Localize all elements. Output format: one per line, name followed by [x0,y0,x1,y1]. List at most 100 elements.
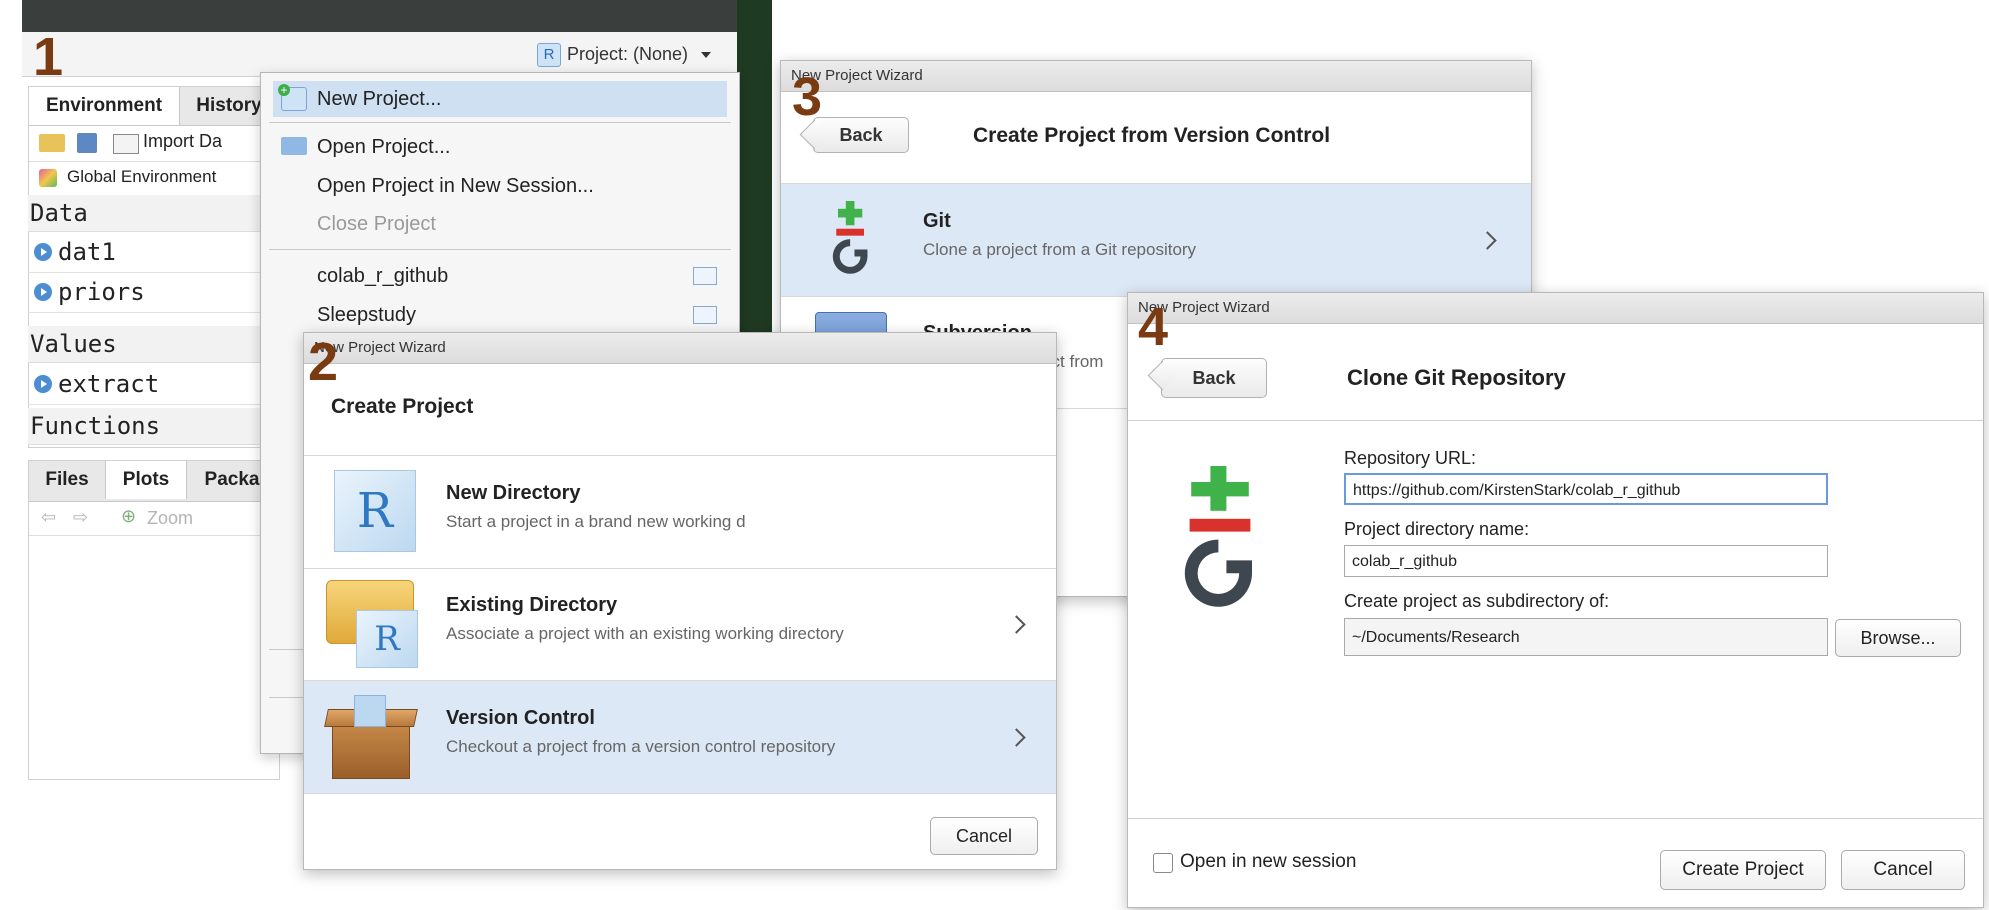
step-number-3: 3 [792,67,823,127]
expand-icon[interactable] [34,283,52,301]
menu-item-label: New Project... [317,88,442,110]
tab-environment[interactable]: Environment [29,87,180,125]
dialog-clone-git: New Project Wizard Back Clone Git Reposi… [1127,292,1984,908]
forward-arrow-icon[interactable]: ⇨ [73,507,88,528]
zoom-icon[interactable]: ⊕ [121,506,136,527]
option-version-control[interactable]: Version Control Checkout a project from … [304,681,1056,794]
menu-separator [269,249,731,250]
var-name: extract [58,370,160,398]
chevron-right-icon [1007,728,1026,747]
chevron-right-icon [1007,615,1026,634]
option-title: New Directory [446,482,581,504]
import-dataset-label[interactable]: Import Da [143,131,222,152]
tab-files[interactable]: Files [29,461,105,499]
browse-button[interactable]: Browse... [1835,619,1961,657]
save-workspace-icon[interactable] [77,133,97,153]
recent-project-icon[interactable] [693,267,717,285]
chevron-down-icon [701,52,712,59]
dialog-create-project: New Project Wizard Create Project R New … [303,332,1057,870]
subdirectory-input[interactable]: ~/Documents/Research [1344,618,1828,656]
back-button[interactable]: Back [813,117,909,153]
option-git[interactable]: Git Clone a project from a Git repositor… [781,183,1531,297]
dir-name-input[interactable]: colab_r_github [1344,545,1828,577]
menu-separator [269,122,731,123]
var-name: dat1 [58,238,116,266]
new-project-icon: + [278,84,307,111]
option-new-directory[interactable]: R New Directory Start a project in a bra… [304,455,1056,569]
footer-separator [1128,818,1983,819]
git-icon [832,201,868,274]
step-number-1: 1 [33,27,64,87]
menu-item-label: colab_r_github [317,265,449,287]
option-subtitle: Associate a project with an existing wor… [446,624,844,643]
load-workspace-icon[interactable] [39,134,65,152]
import-dataset-icon[interactable] [113,134,139,154]
step-number-2: 2 [308,332,339,392]
expand-icon[interactable] [34,243,52,261]
tab-plots[interactable]: Plots [105,461,187,499]
recent-project-icon[interactable] [693,306,717,324]
menu-new-project[interactable]: + New Project... [273,81,727,117]
zoom-label[interactable]: Zoom [147,508,193,529]
dialog-titlebar: New Project Wizard [304,333,1056,364]
env-row-dat1[interactable]: dat1 1 [28,232,287,273]
plots-toolbar: ⇦ ⇨ ⊕ Zoom [29,501,279,536]
dir-name-label: Project directory name: [1344,519,1530,539]
chevron-right-icon [1478,231,1497,250]
header-separator [1128,420,1983,421]
dialog-titlebar: New Project Wizard [1128,293,1983,324]
back-button[interactable]: Back [1161,358,1267,398]
version-control-box-icon [324,695,418,779]
env-row-extract[interactable]: extract f [28,364,287,405]
menu-item-label: Sleepstudy [317,304,416,326]
menu-item-label: Close Project [317,213,436,235]
repo-url-label: Repository URL: [1344,448,1477,468]
menu-item-label: Open Project in New Session... [317,175,594,197]
menu-item-label: Open Project... [317,136,451,158]
step-number-4: 4 [1138,297,1169,357]
env-row-priors[interactable]: priors 2 [28,272,287,313]
existing-directory-r-cube: R [356,610,418,668]
open-new-session-label[interactable]: Open in new session [1180,851,1356,873]
new-directory-icon: R [334,470,416,552]
option-title: Version Control [446,707,595,729]
global-env-label: Global Environment [67,167,217,186]
open-new-session-checkbox[interactable] [1153,853,1173,873]
cancel-button[interactable]: Cancel [1841,850,1965,890]
back-arrow-icon[interactable]: ⇦ [41,507,56,528]
repo-url-input[interactable]: https://github.com/KirstenStark/colab_r_… [1344,473,1828,505]
option-existing-directory[interactable]: R Existing Directory Associate a project… [304,568,1056,681]
expand-icon[interactable] [34,375,52,393]
option-subtitle: Start a project in a brand new working d [446,512,746,531]
global-env-selector[interactable]: Global Environment [29,161,279,196]
project-button[interactable]: R Project: (None) [537,40,737,68]
dialog-title: Create Project from Version Control [973,124,1331,147]
dialog-title: Clone Git Repository [1347,365,1566,390]
section-values: Values [28,326,280,363]
cancel-button[interactable]: Cancel [930,817,1038,855]
global-env-icon [39,169,57,187]
menu-open-project[interactable]: Open Project... [273,129,727,165]
open-project-icon [281,137,307,155]
env-toolbar: Import Da [29,125,279,162]
desktop-green-strip [737,0,772,360]
menu-recent-sleepstudy[interactable]: Sleepstudy [273,297,727,333]
toolbar: R Project: (None) [22,32,737,77]
section-functions: Functions [28,408,280,445]
git-icon [1184,466,1252,607]
menu-close-project: Close Project [273,206,727,242]
subdirectory-label: Create project as subdirectory of: [1344,591,1610,611]
option-subtitle: Clone a project from a Git repository [923,240,1197,259]
dialog-title: Create Project [331,395,474,418]
project-button-label: Project: (None) [567,44,689,64]
files-pane: Files Plots Packa ⇦ ⇨ ⊕ Zoom [28,460,280,780]
r-project-icon: R [537,43,561,68]
create-project-button[interactable]: Create Project [1660,850,1826,890]
window-dark-bar [22,0,750,32]
option-subtitle: Checkout a project from a version contro… [446,737,836,756]
option-title: Existing Directory [446,594,618,616]
option-title: Git [923,210,951,232]
var-name: priors [58,278,145,306]
menu-open-new-session[interactable]: Open Project in New Session... [273,168,727,204]
menu-recent-colab[interactable]: colab_r_github [273,258,727,294]
